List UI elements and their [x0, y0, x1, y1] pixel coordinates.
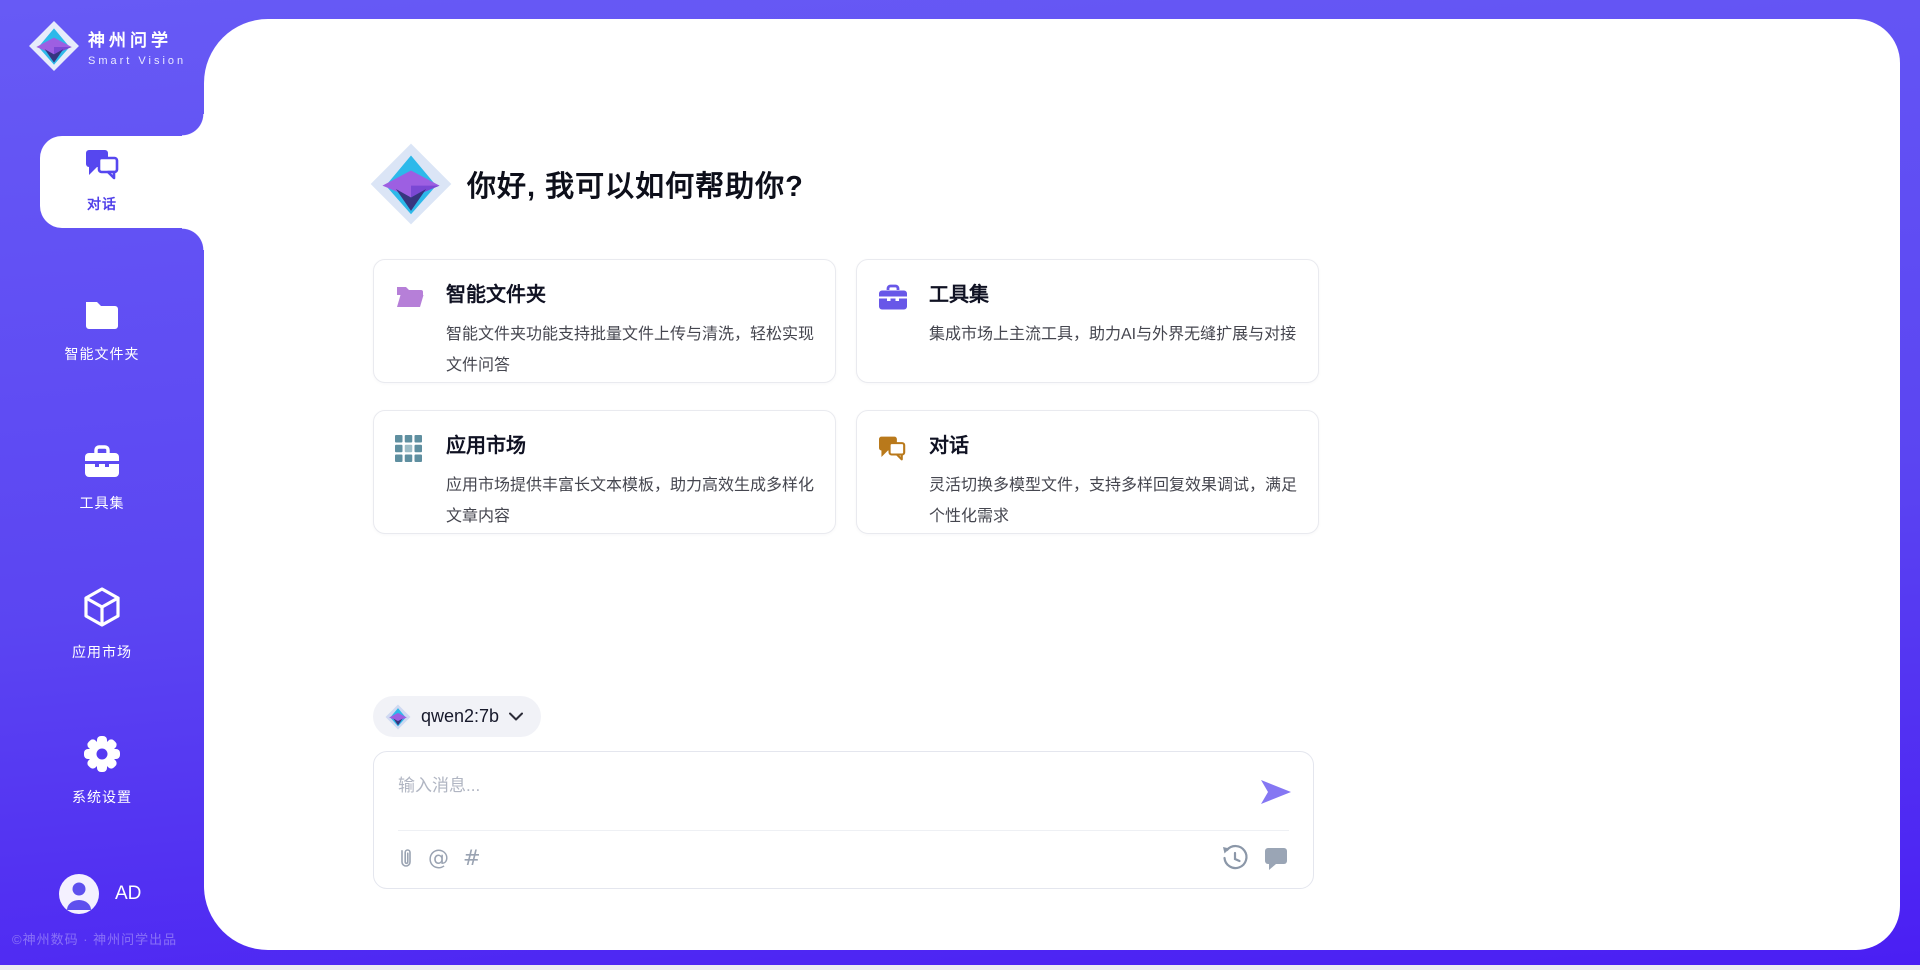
sidebar-item-toolbox[interactable]: 工具集	[0, 445, 204, 513]
send-icon[interactable]	[1261, 780, 1291, 804]
card-description: 集成市场上主流工具，助力AI与外界无缝扩展与对接	[929, 319, 1301, 350]
chevron-down-icon	[509, 712, 523, 721]
card-title: 应用市场	[446, 429, 813, 458]
history-icon[interactable]	[1221, 844, 1249, 872]
card-description: 灵活切换多模型文件，支持多样回复效果调试，满足个性化需求	[929, 470, 1301, 532]
card-smart-folder[interactable]: 智能文件夹 智能文件夹功能支持批量文件上传与清洗，轻松实现文件问答	[373, 259, 836, 383]
card-title: 对话	[929, 429, 1296, 458]
user-account[interactable]: AD	[59, 874, 141, 914]
card-title: 工具集	[929, 278, 1296, 307]
toolbox-icon	[83, 445, 121, 479]
sidebar-item-chat[interactable]: 对话	[0, 148, 204, 214]
greeting-text: 你好, 我可以如何帮助你?	[467, 163, 804, 205]
sidebar-item-label: 系统设置	[0, 787, 204, 807]
brand-name: 神州问学	[88, 31, 172, 50]
brand-logo: 神州问学 Smart Vision	[28, 20, 186, 72]
card-toolbox[interactable]: 工具集 集成市场上主流工具，助力AI与外界无缝扩展与对接	[856, 259, 1319, 383]
feature-cards: 智能文件夹 智能文件夹功能支持批量文件上传与清洗，轻松实现文件问答 工具集 集成…	[373, 259, 1319, 534]
app-window: 神州问学 Smart Vision 对话 智能文件夹	[0, 0, 1920, 970]
sidebar-item-smart-folder[interactable]: 智能文件夹	[0, 298, 204, 364]
card-description: 应用市场提供丰富长文本模板，助力高效生成多样化文章内容	[446, 470, 818, 532]
cube-icon	[82, 586, 122, 628]
message-composer: @ #	[373, 751, 1314, 889]
chat-bubbles-icon	[878, 435, 906, 461]
mention-icon[interactable]: @	[428, 845, 449, 871]
sidebar-item-app-market[interactable]: 应用市场	[0, 586, 204, 662]
composer-divider	[398, 830, 1289, 831]
card-description: 智能文件夹功能支持批量文件上传与清洗，轻松实现文件问答	[446, 319, 818, 381]
attachment-icon[interactable]	[398, 845, 414, 871]
model-name: qwen2:7b	[421, 706, 499, 727]
model-selector[interactable]: qwen2:7b	[373, 696, 541, 737]
window-bottom-edge	[0, 965, 1920, 970]
composer-toolbar: @ #	[398, 844, 1289, 872]
diamond-logo-icon	[385, 704, 411, 730]
user-icon	[59, 874, 99, 914]
sidebar-item-settings[interactable]: 系统设置	[0, 735, 204, 807]
diamond-logo-icon	[369, 142, 453, 226]
card-chat[interactable]: 对话 灵活切换多模型文件，支持多样回复效果调试，满足个性化需求	[856, 410, 1319, 534]
folder-icon	[83, 298, 121, 330]
feedback-icon[interactable]	[1263, 845, 1289, 871]
grid-icon	[395, 435, 422, 462]
sidebar-item-label: 应用市场	[0, 642, 204, 662]
hashtag-icon[interactable]: #	[463, 845, 481, 871]
brand-text: 神州问学 Smart Vision	[88, 26, 186, 67]
folder-open-icon	[395, 284, 425, 310]
user-name: AD	[115, 883, 141, 905]
greeting-block: 你好, 我可以如何帮助你?	[369, 142, 804, 226]
card-app-market[interactable]: 应用市场 应用市场提供丰富长文本模板，助力高效生成多样化文章内容	[373, 410, 836, 534]
brand-subtitle: Smart Vision	[88, 55, 186, 67]
card-title: 智能文件夹	[446, 278, 813, 307]
message-input[interactable]	[398, 766, 1238, 806]
sidebar-item-label: 智能文件夹	[0, 344, 204, 364]
sidebar-item-label: 对话	[0, 194, 204, 214]
tab-curve-bottom	[182, 228, 204, 250]
gear-icon	[83, 735, 121, 773]
sidebar-item-label: 工具集	[0, 493, 204, 513]
chat-bubbles-icon	[85, 148, 119, 180]
briefcase-icon	[878, 284, 908, 311]
diamond-logo-icon	[28, 20, 80, 72]
tab-curve-top	[182, 114, 204, 136]
avatar	[59, 874, 99, 914]
sidebar-footer: ©神州数码 · 神州问学出品	[12, 929, 177, 948]
